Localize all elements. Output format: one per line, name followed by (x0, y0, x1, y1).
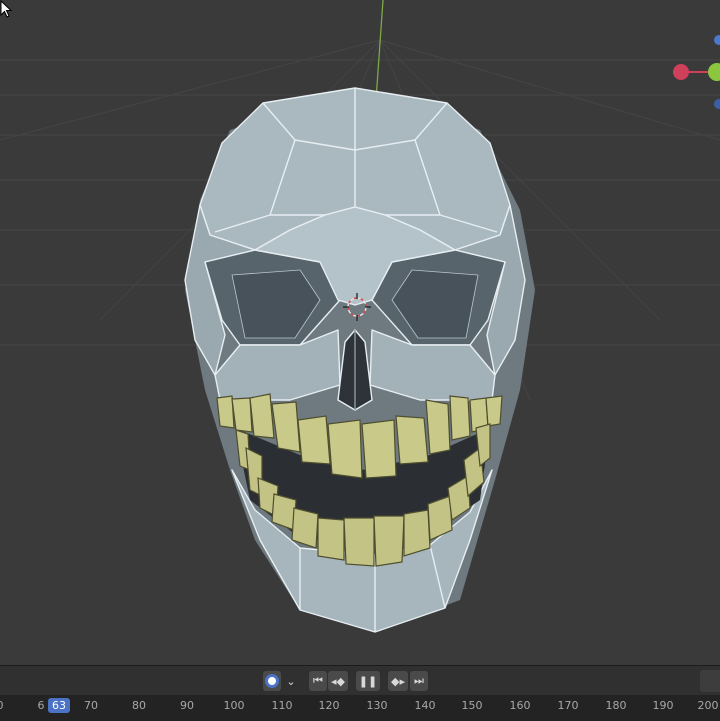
prev-keyframe-icon: ◂◆ (331, 674, 345, 688)
tick-label: 6 (37, 699, 45, 712)
current-frame-indicator[interactable]: 63 (48, 698, 70, 713)
jump-to-end-button[interactable]: ⏭ (410, 671, 428, 691)
y-axis-handle[interactable] (708, 63, 720, 81)
x-axis-handle[interactable] (673, 64, 689, 80)
frame-ruler[interactable]: 0 6 70 80 90 100 110 120 130 140 150 160… (0, 695, 720, 721)
z-axis-handle[interactable] (714, 35, 720, 45)
navigation-gizmo[interactable] (673, 30, 720, 120)
tick-label: 90 (180, 699, 194, 712)
jump-to-end-icon: ⏭ (414, 674, 424, 687)
auto-keying-button[interactable] (263, 671, 281, 691)
pause-icon: ❚❚ (358, 674, 378, 688)
tick-label: 170 (557, 699, 579, 712)
next-keyframe-icon: ◆▸ (391, 674, 405, 688)
jump-to-start-button[interactable]: ⏮ (309, 671, 327, 691)
keying-dropdown-button[interactable]: ⌄ (283, 671, 299, 691)
tick-label: 190 (652, 699, 674, 712)
next-keyframe-button[interactable]: ◆▸ (388, 671, 408, 691)
tick-label: 110 (271, 699, 293, 712)
prev-keyframe-button[interactable]: ◂◆ (328, 671, 348, 691)
pause-button[interactable]: ❚❚ (356, 671, 380, 691)
tick-label: 0 (0, 699, 4, 712)
z-neg-axis-handle[interactable] (714, 99, 720, 109)
tick-label: 150 (461, 699, 483, 712)
viewport-canvas (0, 0, 720, 633)
y-axis-line (375, 0, 384, 101)
tick-label: 130 (366, 699, 388, 712)
playback-controls: ⌄ ⏮ ◂◆ ❚❚ ◆▸ ⏭ (0, 666, 720, 695)
tick-label: 160 (509, 699, 531, 712)
tick-label: 180 (605, 699, 627, 712)
timeline-editor: ⌄ ⏮ ◂◆ ❚❚ ◆▸ ⏭ 0 6 70 80 90 100 110 120 … (0, 665, 720, 721)
tick-label: 140 (414, 699, 436, 712)
record-dot-icon (268, 677, 276, 685)
jump-to-start-icon: ⏮ (313, 674, 323, 687)
tick-label: 80 (132, 699, 146, 712)
tick-label: 100 (223, 699, 245, 712)
tick-label: 200 (697, 699, 719, 712)
3d-viewport[interactable] (0, 0, 720, 665)
timeline-right-panel[interactable] (700, 670, 720, 692)
tick-label: 70 (84, 699, 98, 712)
chevron-down-icon: ⌄ (286, 674, 296, 688)
mouse-pointer-icon (0, 0, 13, 18)
tick-label: 120 (318, 699, 340, 712)
